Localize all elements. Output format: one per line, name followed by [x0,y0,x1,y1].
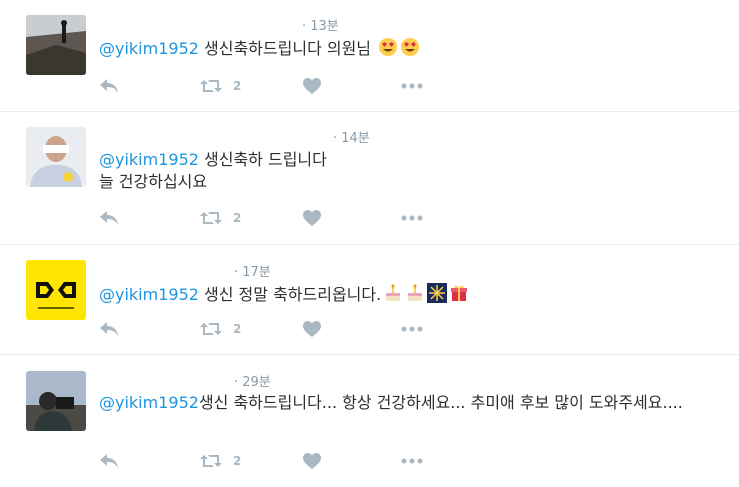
reply-icon [100,454,118,468]
more-button[interactable] [401,451,423,471]
retweet-icon [200,212,222,224]
retweet-button[interactable]: 2 [199,76,241,96]
reply-icon [100,79,118,93]
tweet-time[interactable]: · 17분 [234,261,271,280]
reply-button[interactable] [99,451,119,471]
tweet: · 14분 @yikim1952 생신축하 드립니다 늘 건강하십시요 2 [0,112,739,245]
tweet-body: 생신축하드립니다 의원님 [198,39,372,58]
heart-icon [303,321,321,337]
mention-link[interactable]: @yikim1952 [99,393,199,412]
heart-eyes-icon [378,37,398,63]
more-icon [401,83,423,89]
tweet: · 13분 @yikim1952 생신축하드립니다 의원님 2 [0,0,739,112]
retweet-count: 2 [233,322,242,336]
gift-icon [449,283,469,309]
heart-icon [303,78,321,94]
retweet-count: 2 [233,79,242,93]
retweet-icon [200,455,222,467]
tweet-body: 생신 정말 축하드리옵니다. [198,285,382,304]
more-icon [401,326,423,332]
tweet: · 17분 @yikim1952 생신 정말 축하드리옵니다. 2 [0,245,739,355]
tweet-feed: · 13분 @yikim1952 생신축하드립니다 의원님 2 · 14분 @y… [0,0,739,487]
reply-icon [100,211,118,225]
heart-icon [303,210,321,226]
like-button[interactable] [303,319,321,339]
like-button[interactable] [303,451,321,471]
more-button[interactable] [401,208,423,228]
cake-icon [405,283,425,309]
like-button[interactable] [303,76,321,96]
avatar[interactable] [26,127,86,187]
retweet-count: 2 [233,454,242,468]
more-button[interactable] [401,76,423,96]
tweet-time[interactable]: · 29분 [234,371,271,390]
retweet-icon [200,80,222,92]
heart-eyes-icon [400,37,420,63]
mention-link[interactable]: @yikim1952 [99,39,199,58]
retweet-button[interactable]: 2 [199,208,241,228]
tweet-text: @yikim1952 생신축하드립니다 의원님 [99,37,719,63]
avatar[interactable] [26,15,86,75]
like-button[interactable] [303,208,321,228]
retweet-icon [200,323,222,335]
tweet-text: @yikim1952생신 축하드립니다... 항상 건강하세요... 추미애 후… [99,392,715,414]
mention-link[interactable]: @yikim1952 [99,150,199,169]
cake-icon [383,283,403,309]
more-icon [401,458,423,464]
fireworks-icon [427,283,448,309]
tweet-time[interactable]: · 14분 [333,127,370,146]
more-icon [401,215,423,221]
reply-button[interactable] [99,76,119,96]
avatar[interactable] [26,260,86,320]
reply-button[interactable] [99,208,119,228]
tweet-text: @yikim1952 생신 정말 축하드리옵니다. [99,283,719,309]
tweet-time[interactable]: · 13분 [302,15,339,34]
retweet-count: 2 [233,211,242,225]
tweet: · 29분 @yikim1952생신 축하드립니다... 항상 건강하세요...… [0,355,739,487]
retweet-button[interactable]: 2 [199,451,241,471]
reply-icon [100,322,118,336]
tweet-text: @yikim1952 생신축하 드립니다 늘 건강하십시요 [99,149,719,193]
avatar[interactable] [26,371,86,431]
heart-icon [303,453,321,469]
reply-button[interactable] [99,319,119,339]
mention-link[interactable]: @yikim1952 [99,285,199,304]
retweet-button[interactable]: 2 [199,319,241,339]
tweet-body: 생신 축하드립니다... 항상 건강하세요... 추미애 후보 많이 도와주세요… [198,393,683,412]
more-button[interactable] [401,319,423,339]
